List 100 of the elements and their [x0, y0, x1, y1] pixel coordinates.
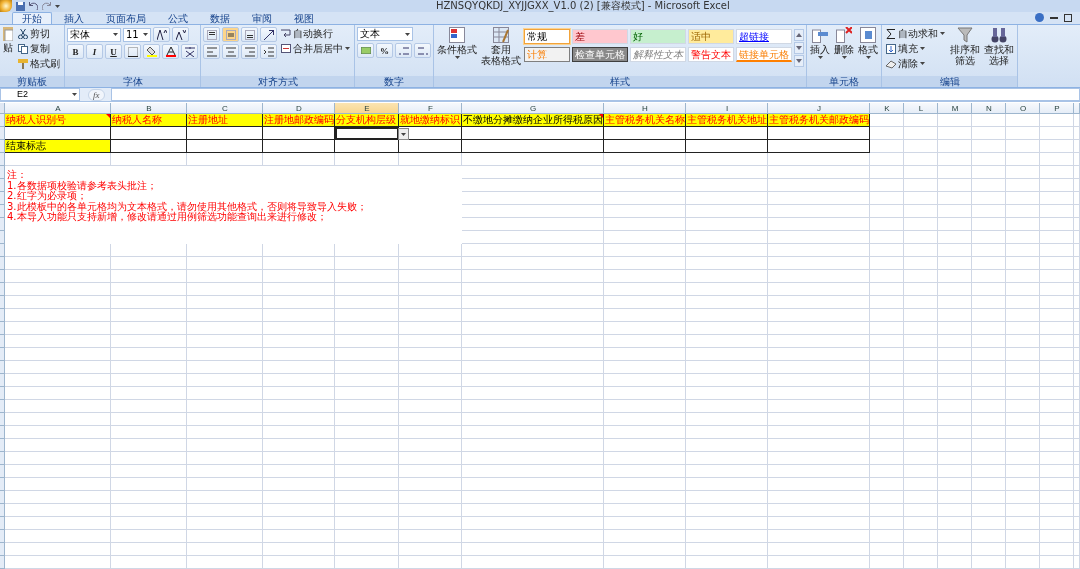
text-style-button[interactable]: I [86, 44, 103, 59]
clipboard-button[interactable]: 格式刷 [16, 57, 62, 70]
wrap-text-button[interactable]: 自动换行 [279, 27, 352, 40]
orientation-button[interactable] [260, 27, 277, 42]
grow-font-button[interactable] [153, 27, 170, 42]
column-header[interactable]: K [870, 103, 904, 114]
group-label: 样式 [434, 76, 806, 87]
border-icon [127, 46, 138, 57]
more-button[interactable] [794, 55, 804, 67]
column-header[interactable]: A [5, 103, 111, 114]
cell-style-option[interactable]: 差 [572, 29, 628, 44]
column-header[interactable]: F [399, 103, 462, 114]
phonetic-button[interactable] [181, 44, 198, 59]
merge-center-button[interactable]: 合并后居中 [279, 42, 352, 55]
decrease-decimal-button[interactable] [414, 43, 431, 58]
binoculars-icon [991, 27, 1007, 43]
text-style-button[interactable]: U [105, 44, 122, 59]
editing-menu-button[interactable]: 排序和 筛选 [949, 27, 981, 66]
conditional-format-button[interactable]: 条件格式 [436, 27, 478, 59]
column-header[interactable]: H [604, 103, 686, 114]
column-header[interactable]: J [768, 103, 870, 114]
increase-decimal-button[interactable] [395, 43, 412, 58]
column-header[interactable]: E [335, 103, 399, 114]
insert-function-button[interactable]: fx [88, 88, 105, 101]
column-header[interactable]: B [111, 103, 187, 114]
table-cell: 就地缴纳标识 [399, 114, 462, 127]
align-lines-icon [225, 46, 236, 57]
table-format-button[interactable]: 套用 表格格式 [480, 27, 522, 66]
column-header[interactable]: D [263, 103, 335, 114]
minimize-icon [1050, 16, 1058, 19]
border-button[interactable] [124, 44, 141, 59]
name-box[interactable]: E2 [0, 88, 80, 101]
ribbon-tab[interactable]: 数据 [200, 12, 240, 24]
vertical-align-button[interactable] [241, 27, 258, 42]
table-cell: 纳税人识别号 [5, 114, 111, 127]
cell-style-option[interactable]: 适中 [688, 29, 734, 44]
caret-icon [920, 62, 925, 65]
ribbon-tab[interactable]: 审阅 [242, 12, 282, 24]
format-cells-icon [860, 27, 876, 43]
caret-icon [113, 33, 118, 36]
decimal-icon [398, 46, 409, 55]
ribbon-tab[interactable]: 页面布局 [96, 12, 156, 24]
percent-button[interactable]: % [376, 43, 393, 58]
currency-button[interactable] [357, 43, 374, 58]
font-color-button[interactable] [162, 44, 179, 59]
column-header[interactable]: G [462, 103, 604, 114]
dropdown-button[interactable] [398, 128, 409, 140]
grow-font-icon [156, 29, 167, 40]
column-header[interactable]: P [1040, 103, 1074, 114]
table-cell: 注册地邮政编码 [263, 114, 335, 127]
column-header[interactable]: C [187, 103, 263, 114]
group-label: 单元格 [807, 76, 881, 87]
cell-style-option[interactable]: 解释性文本 [630, 47, 686, 62]
column-header[interactable]: I [686, 103, 768, 114]
caret-icon [143, 33, 148, 36]
fill-color-button[interactable] [143, 44, 160, 59]
table-cell: 主管税务机关地址 [686, 114, 768, 127]
caret-icon [940, 32, 945, 35]
editing-button[interactable]: 清除 [884, 57, 947, 70]
cells-button[interactable]: 删除 [833, 27, 855, 59]
number-format-field[interactable]: 文本 [357, 27, 413, 41]
font-size-field[interactable]: 11 [123, 27, 151, 42]
vertical-align-button[interactable] [203, 27, 220, 42]
scroll-down-button[interactable] [794, 42, 804, 54]
column-header[interactable]: L [904, 103, 938, 114]
editing-button[interactable]: 填充 [884, 42, 947, 55]
editing-button[interactable]: 自动求和 [884, 27, 947, 40]
cell-style-option[interactable]: 警告文本 [688, 47, 734, 62]
text-style-button[interactable]: B [67, 44, 84, 59]
cell-style-option[interactable]: 好 [630, 29, 686, 44]
shrink-font-icon [175, 29, 186, 40]
column-header[interactable]: O [1006, 103, 1040, 114]
merge-cells-icon [281, 44, 291, 53]
formula-field[interactable] [110, 88, 1080, 101]
table-cell: 纳税人名称 [111, 114, 187, 127]
scroll-down-icon [796, 46, 802, 50]
table-cell: 分支机构层级 [335, 114, 399, 127]
clipboard-button[interactable]: 剪切 [16, 27, 62, 40]
column-header[interactable]: N [972, 103, 1006, 114]
ribbon-tab[interactable]: 开始 [12, 12, 52, 24]
cell-style-option[interactable]: 超链接 [736, 29, 792, 44]
paste-button[interactable]: 贴 [2, 27, 14, 53]
column-header[interactable]: M [938, 103, 972, 114]
ribbon-tab[interactable]: 插入 [54, 12, 94, 24]
caret-icon [401, 132, 406, 136]
cells-button[interactable]: 格式 [857, 27, 879, 59]
clipboard-button[interactable]: 复制 [16, 42, 62, 55]
align-lines-icon [244, 29, 255, 40]
shrink-font-button[interactable] [172, 27, 189, 42]
cells-button[interactable]: 插入 [809, 27, 831, 59]
note-line: 1.各数据项校验请参考表头批注； [7, 180, 158, 191]
note-line: 3.此模板中的各单元格均为文本格式，请勿使用其他格式，否则将导致导入失败； [7, 201, 368, 212]
caret-icon [841, 56, 847, 59]
caret-icon [454, 56, 460, 59]
cell-style-option[interactable]: 常规 [524, 29, 570, 44]
ribbon-tab[interactable]: 视图 [284, 12, 324, 24]
scroll-up-button[interactable] [794, 29, 804, 41]
ribbon-tab[interactable]: 公式 [158, 12, 198, 24]
font-name-field[interactable]: 宋体 [67, 27, 121, 42]
editing-menu-button[interactable]: 查找和 选择 [983, 27, 1015, 66]
